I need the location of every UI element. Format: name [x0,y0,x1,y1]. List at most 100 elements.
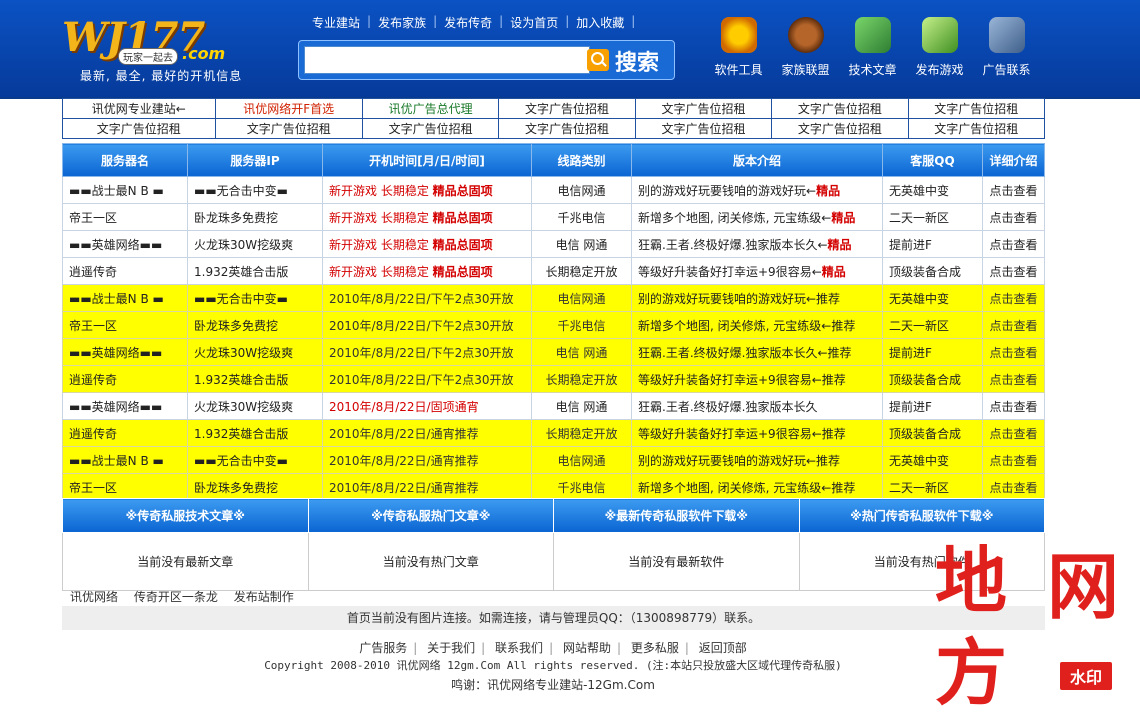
service-qq: 提前进F [882,230,983,258]
details-link[interactable]: 点击查看 [982,203,1045,231]
details-link[interactable]: 点击查看 [982,419,1045,447]
open-time-text: 2010年/8月/22日/下午2点30开放 [329,372,514,387]
open-time: 2010年/8月/22日/下午2点30开放 [322,338,532,366]
details-link[interactable]: 点击查看 [982,338,1045,366]
table-row[interactable]: ▬▬英雄网络▬▬ 火龙珠30W挖级爽 2010年/8月/22日/固项通宵 电信 网通… [62,392,1045,420]
ad-link[interactable]: 文字广告位招租 [907,98,1046,119]
footer-link-ad-service[interactable]: 广告服务 [359,641,407,655]
ad-link[interactable]: 文字广告位招租 [771,118,909,139]
server-name[interactable]: ▬▬战士最N B ▬ [62,446,188,474]
details-link[interactable]: 点击查看 [982,284,1045,312]
table-row[interactable]: ▬▬英雄网络▬▬ 火龙珠30W挖级爽 2010年/8月/22日/下午2点30开放 电… [62,338,1045,366]
table-row[interactable]: 逍遥传奇 1.932英雄合击版 新开游戏 长期稳定 精品总固项 长期稳定开放 等级好升装… [62,257,1045,285]
nav-link-publish-legend[interactable]: 发布传奇 [437,14,499,32]
section-title-new-software[interactable]: ※最新传奇私服软件下载※ [553,498,800,533]
details-link[interactable]: 点击查看 [982,176,1045,204]
section-title-hot-articles[interactable]: ※传奇私服热门文章※ [307,498,554,533]
open-time: 2010年/8月/22日/下午2点30开放 [322,284,532,312]
open-time: 新开游戏 长期稳定 精品总固项 [322,176,532,204]
tool-family-alliance[interactable]: 家族联盟 [772,14,839,84]
server-name[interactable]: ▬▬英雄网络▬▬ [62,338,188,366]
search-icon[interactable] [587,49,609,71]
tool-software[interactable]: 软件工具 [705,14,772,84]
friend-link[interactable]: 传奇开区一条龙 [134,590,218,604]
ad-link[interactable]: 文字广告位招租 [907,118,1046,139]
open-time-text: 2010年/8月/22日/下午2点30开放 [329,291,514,306]
col-server-name: 服务器名 [62,143,188,177]
server-ip: 火龙珠30W挖级爽 [187,230,323,258]
version-text: 等级好升装备好打幸运+9很容易←推荐 [638,426,846,441]
server-name[interactable]: 逍遥传奇 [62,365,188,393]
ad-link[interactable]: 文字广告位招租 [771,98,909,119]
ad-link[interactable]: 讯优广告总代理 [361,98,500,119]
open-time-highlight: 精品总固项 [432,210,493,225]
section-body-row: 当前没有最新文章 当前没有热门文章 当前没有最新软件 当前没有热门软件 [62,532,1045,591]
table-header-row: 服务器名 服务器IP 开机时间[月/日/时间] 线路类别 版本介绍 客服QQ 详… [62,143,1045,177]
table-row[interactable]: ▬▬战士最N B ▬ ▬▬无合击中变▬ 2010年/8月/22日/下午2点30开放 … [62,284,1045,312]
ad-link[interactable]: 文字广告位招租 [498,98,636,119]
image-link-notice: 首页当前没有图片连接。如需连接，请与管理员QQ：（1300898779）联系。 [62,606,1045,630]
ad-link[interactable]: 文字广告位招租 [634,98,773,119]
server-name[interactable]: 逍遥传奇 [62,419,188,447]
table-row[interactable]: ▬▬战士最N B ▬ ▬▬无合击中变▬ 新开游戏 长期稳定 精品总固项 电信网通 别的游… [62,176,1045,204]
table-row[interactable]: 逍遥传奇 1.932英雄合击版 2010年/8月/22日/通宵推荐 长期稳定开放 等级… [62,419,1045,447]
footer-link-more-servers[interactable]: 更多私服 [631,641,679,655]
footer-link-about[interactable]: 关于我们 [427,641,475,655]
version-intro: 别的游戏好玩要钱咱的游戏好玩←精品 [631,176,883,204]
nav-link-build-site[interactable]: 专业建站 [305,14,367,32]
gamepad-icon [988,17,1025,53]
tool-publish-game[interactable]: 发布游戏 [906,14,973,84]
footer-link-contact[interactable]: 联系我们 [495,641,543,655]
ad-link[interactable]: 文字广告位招租 [498,118,636,139]
details-link[interactable]: 点击查看 [982,311,1045,339]
server-name[interactable]: ▬▬战士最N B ▬ [62,284,188,312]
footer-link-back-top[interactable]: 返回顶部 [699,641,747,655]
details-link[interactable]: 点击查看 [982,392,1045,420]
version-text: 等级好升装备好打幸运+9很容易← [638,264,822,279]
server-name[interactable]: 帝王一区 [62,473,188,501]
nav-link-publish-family[interactable]: 发布家族 [371,14,433,32]
table-row[interactable]: ▬▬英雄网络▬▬ 火龙珠30W挖级爽 新开游戏 长期稳定 精品总固项 电信 网通 狂霸.… [62,230,1045,258]
details-link[interactable]: 点击查看 [982,365,1045,393]
open-time: 新开游戏 长期稳定 精品总固项 [322,230,532,258]
server-name[interactable]: ▬▬战士最N B ▬ [62,176,188,204]
ad-row: 讯优网专业建站← 讯优网络开F首选 讯优广告总代理 文字广告位招租 文字广告位招… [62,98,1046,119]
server-name[interactable]: ▬▬英雄网络▬▬ [62,230,188,258]
table-row[interactable]: 逍遥传奇 1.932英雄合击版 2010年/8月/22日/下午2点30开放 长期稳定… [62,365,1045,393]
friend-link[interactable]: 发布站制作 [234,590,294,604]
ad-link[interactable]: 文字广告位招租 [214,118,363,139]
footer-separator: | [549,641,554,655]
friend-link[interactable]: 讯优网络 [70,590,118,604]
nav-link-set-homepage[interactable]: 设为首页 [503,14,565,32]
details-link[interactable]: 点击查看 [982,257,1045,285]
search-input[interactable] [304,46,590,74]
footer-link-help[interactable]: 网站帮助 [563,641,611,655]
article-sections: ※传奇私服技术文章※ ※传奇私服热门文章※ ※最新传奇私服软件下载※ ※热门传奇… [62,498,1045,591]
ad-link[interactable]: 讯优网专业建站← [62,98,216,119]
ad-link[interactable]: 文字广告位招租 [62,118,216,139]
nav-link-add-favorite[interactable]: 加入收藏 [569,14,631,32]
server-name[interactable]: 帝王一区 [62,311,188,339]
details-link[interactable]: 点击查看 [982,230,1045,258]
tool-tech-articles[interactable]: 技术文章 [839,14,906,84]
search-button[interactable]: 搜索 [615,45,659,77]
details-link[interactable]: 点击查看 [982,446,1045,474]
table-row[interactable]: 帝王一区 卧龙珠多免费挖 2010年/8月/22日/通宵推荐 千兆电信 新增多个地图,… [62,473,1045,501]
tool-ad-contact[interactable]: 广告联系 [973,14,1040,84]
table-row[interactable]: 帝王一区 卧龙珠多免费挖 新开游戏 长期稳定 精品总固项 千兆电信 新增多个地图, 闭关… [62,203,1045,231]
site-header: WJ177 玩家一起去 .com 最新, 最全, 最好的开机信息 专业建站 | 发… [0,0,1140,99]
site-logo[interactable]: WJ177 玩家一起去 .com 最新, 最全, 最好的开机信息 [62,14,252,84]
server-name[interactable]: 帝王一区 [62,203,188,231]
ad-link[interactable]: 文字广告位招租 [361,118,500,139]
table-row[interactable]: ▬▬战士最N B ▬ ▬▬无合击中变▬ 2010年/8月/22日/通宵推荐 电信网通… [62,446,1045,474]
server-name[interactable]: 逍遥传奇 [62,257,188,285]
table-row[interactable]: 帝王一区 卧龙珠多免费挖 2010年/8月/22日/下午2点30开放 千兆电信 新增多… [62,311,1045,339]
version-intro: 狂霸.王者.终极好爆.独家版本长久 [631,392,883,420]
details-link[interactable]: 点击查看 [982,473,1045,501]
col-service-qq: 客服QQ [882,143,983,177]
ship-wheel-icon [787,17,824,53]
ad-link[interactable]: 文字广告位招租 [634,118,773,139]
section-title-tech-articles[interactable]: ※传奇私服技术文章※ [62,498,309,533]
ad-link[interactable]: 讯优网络开F首选 [214,98,363,119]
server-name[interactable]: ▬▬英雄网络▬▬ [62,392,188,420]
